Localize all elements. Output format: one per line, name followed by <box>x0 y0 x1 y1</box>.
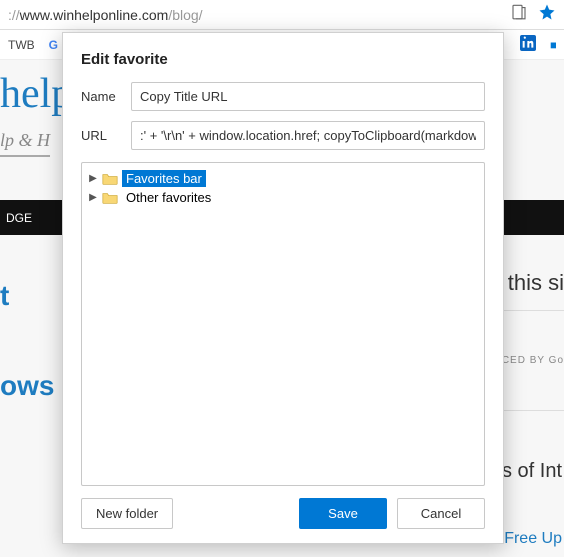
url-input[interactable] <box>131 121 485 150</box>
sidebar-text: s of Int <box>502 460 562 483</box>
cancel-button[interactable]: Cancel <box>397 498 485 529</box>
heading-fragment: ows <box>0 370 54 402</box>
reader-mode-icon[interactable] <box>510 3 528 26</box>
url-text[interactable]: ://www.winhelponline.com/blog/ <box>8 7 510 23</box>
save-button[interactable]: Save <box>299 498 387 529</box>
linkedin-icon[interactable] <box>520 35 536 54</box>
divider <box>504 410 564 411</box>
name-input[interactable] <box>131 82 485 111</box>
sidebar-text: RCED BY Go <box>494 355 564 366</box>
google-icon[interactable]: G <box>49 38 58 52</box>
expand-caret-icon[interactable]: ▶ <box>88 173 98 184</box>
tree-item-other-favorites[interactable]: ▶ Other favorites <box>86 188 480 207</box>
heading-fragment: t <box>0 280 9 312</box>
tree-item-label: Other favorites <box>122 189 215 206</box>
url-label: URL <box>81 128 121 143</box>
sidebar-text: this si <box>508 270 564 296</box>
address-bar: ://www.winhelponline.com/blog/ <box>0 0 564 30</box>
site-tagline: lp & H <box>0 130 50 157</box>
folder-icon <box>102 172 118 185</box>
bookmark-item[interactable]: TWB <box>8 38 35 52</box>
tree-item-label: Favorites bar <box>122 170 206 187</box>
favorite-star-icon[interactable] <box>538 3 556 26</box>
expand-caret-icon[interactable]: ▶ <box>88 192 98 203</box>
folder-icon <box>102 191 118 204</box>
new-folder-button[interactable]: New folder <box>81 498 173 529</box>
divider <box>504 310 564 311</box>
dialog-title: Edit favorite <box>81 51 485 68</box>
edit-favorite-dialog: Edit favorite Name URL ▶ Favorites bar ▶… <box>62 32 504 544</box>
folder-tree[interactable]: ▶ Favorites bar ▶ Other favorites <box>81 162 485 486</box>
name-label: Name <box>81 89 121 104</box>
bookmark-item[interactable]: ■ <box>550 38 556 52</box>
tree-item-favorites-bar[interactable]: ▶ Favorites bar <box>86 169 480 188</box>
